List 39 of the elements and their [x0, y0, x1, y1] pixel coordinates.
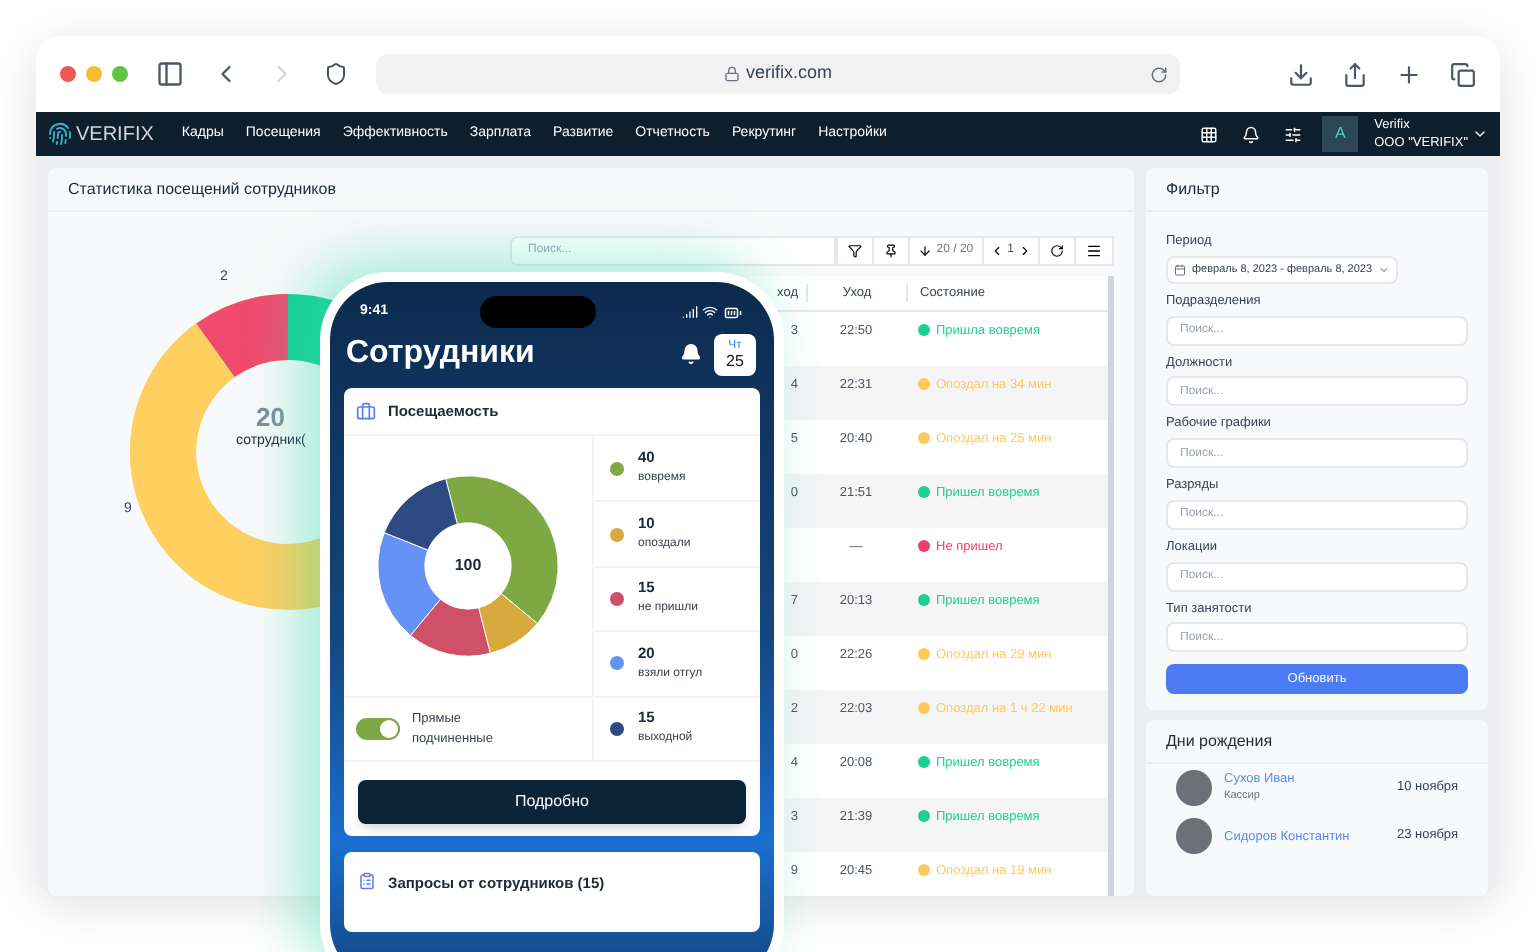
shield-icon[interactable]	[324, 62, 348, 86]
caret-icon	[1378, 263, 1391, 276]
wifi-icon	[702, 304, 718, 320]
card-title: Статистика посещений сотрудников	[68, 177, 336, 201]
address-bar[interactable]: verifix.com	[376, 54, 1180, 94]
logo-text: VERIFIX	[76, 121, 154, 149]
download-icon[interactable]	[1288, 61, 1314, 87]
calendar-icon	[1174, 263, 1186, 276]
list-icon	[358, 872, 376, 890]
tabs-icon[interactable]	[1450, 61, 1476, 87]
card-title: Дни рождения	[1166, 729, 1273, 754]
address-text: verifix.com	[745, 60, 832, 87]
prev-page-icon[interactable]	[989, 244, 1004, 258]
avatar-placeholder	[1176, 770, 1212, 807]
dynamic-island	[480, 296, 597, 328]
screen-title: Сотрудники	[346, 334, 535, 374]
avatar-placeholder	[1176, 818, 1212, 855]
chart-center-value: 100	[454, 554, 482, 578]
briefcase-icon	[356, 401, 376, 421]
sidebar-icon[interactable]	[156, 60, 184, 88]
apps-grid-icon[interactable]	[1200, 125, 1219, 143]
bell-icon[interactable]	[680, 342, 702, 366]
details-button[interactable]: Подробно	[358, 780, 746, 824]
card-title: Фильтр	[1166, 177, 1220, 201]
fingerprint-logo-icon	[48, 120, 72, 148]
new-tab-icon[interactable]	[1396, 61, 1422, 87]
sliders-icon[interactable]	[1284, 125, 1303, 143]
center-value: 20	[256, 400, 285, 433]
account-caret-icon[interactable]	[1472, 126, 1488, 142]
battery-icon	[722, 303, 744, 321]
signal-icon	[682, 304, 698, 320]
bell-icon[interactable]	[1242, 125, 1261, 143]
user-avatar[interactable]: A	[1322, 116, 1359, 152]
lock-icon	[723, 66, 740, 82]
reload-icon[interactable]	[1150, 65, 1168, 83]
next-page-icon[interactable]	[1018, 244, 1032, 258]
sort-down-icon[interactable]	[918, 244, 933, 258]
share-icon[interactable]	[1342, 61, 1368, 87]
toggle-switch[interactable]	[356, 718, 400, 740]
